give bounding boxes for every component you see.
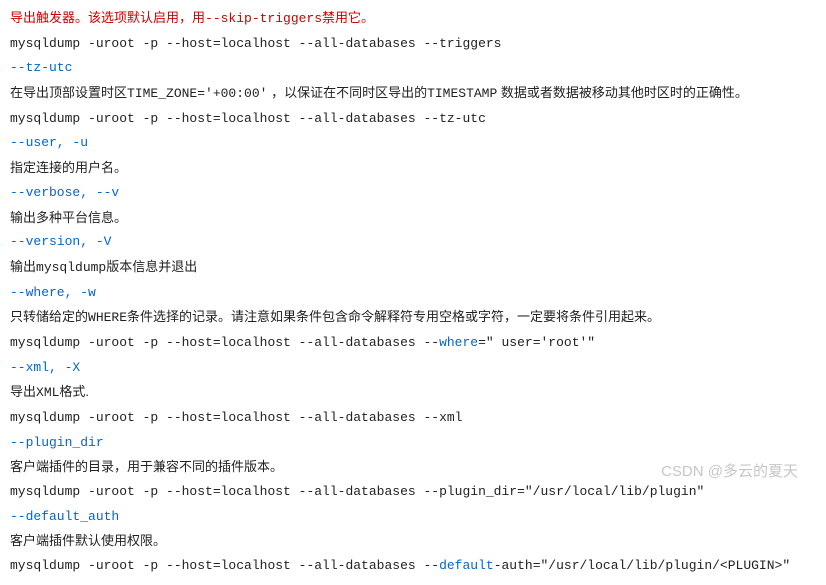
line-12: 只转储给定的WHERE条件选择的记录。请注意如果条件包含命令解释符专用空格或字符… [10,305,816,331]
line-13-part-1: where [439,335,478,350]
line-15-part-0: 导出 [10,384,36,399]
document-content: 导出触发器。该选项默认启用，用--skip-triggers禁用它。mysqld… [10,6,816,579]
line-3-part-0: 在导出顶部设置时区 [10,85,127,100]
line-15-part-2: 格式. [59,384,89,399]
line-0: 导出触发器。该选项默认启用，用--skip-triggers禁用它。 [10,6,816,32]
line-21: 客户端插件默认使用权限。 [10,529,816,554]
line-13-part-0: mysqldump -uroot -p --host=localhost --a… [10,335,439,350]
line-4: mysqldump -uroot -p --host=localhost --a… [10,107,816,132]
line-12-part-1: WHERE [88,310,127,325]
line-12-part-2: 条件选择的记录。请注意如果条件包含命令解释符专用空格或字符，一定要将条件引用起来… [127,309,660,324]
line-12-part-0: 只转储给定的 [10,309,88,324]
line-7: --verbose, --v [10,181,816,206]
line-5: --user, -u [10,131,816,156]
line-0-part-1: --skip-triggers [205,11,322,26]
line-22-part-1: default [439,558,494,573]
line-20: --default_auth [10,505,816,530]
line-10-part-2: 版本信息并退出 [106,259,197,274]
line-3-part-2: ，以保证在不同时区导出的 [267,85,427,100]
line-6: 指定连接的用户名。 [10,156,816,181]
line-10-part-0: 输出 [10,259,36,274]
line-3-part-1: TIME_ZONE='+00:00' [127,86,267,101]
line-22-part-2: -auth="/usr/local/lib/plugin/<PLUGIN>" [494,558,790,573]
line-10-part-1: mysqldump [36,260,106,275]
line-13-part-2: =" user='root'" [478,335,595,350]
line-2: --tz-utc [10,56,816,81]
line-9: --version, -V [10,230,816,255]
line-3-part-4: 数据或者数据被移动其他时区时的正确性。 [497,85,748,100]
line-8: 输出多种平台信息。 [10,206,816,231]
line-16: mysqldump -uroot -p --host=localhost --a… [10,406,816,431]
line-15: 导出XML格式. [10,380,816,406]
line-17: --plugin_dir [10,431,816,456]
line-19: mysqldump -uroot -p --host=localhost --a… [10,480,816,505]
line-15-part-1: XML [36,385,59,400]
line-3-part-3: TIMESTAMP [427,86,497,101]
line-0-part-0: 导出触发器。该选项默认启用，用 [10,10,205,25]
line-3: 在导出顶部设置时区TIME_ZONE='+00:00' ，以保证在不同时区导出的… [10,81,816,107]
line-10: 输出mysqldump版本信息并退出 [10,255,816,281]
line-0-part-2: 禁用它。 [322,10,374,25]
line-18: 客户端插件的目录，用于兼容不同的插件版本。 [10,455,816,480]
line-1: mysqldump -uroot -p --host=localhost --a… [10,32,816,57]
line-22-part-0: mysqldump -uroot -p --host=localhost --a… [10,558,439,573]
line-11: --where, -w [10,281,816,306]
line-13: mysqldump -uroot -p --host=localhost --a… [10,331,816,356]
line-14: --xml, -X [10,356,816,381]
line-22: mysqldump -uroot -p --host=localhost --a… [10,554,816,579]
